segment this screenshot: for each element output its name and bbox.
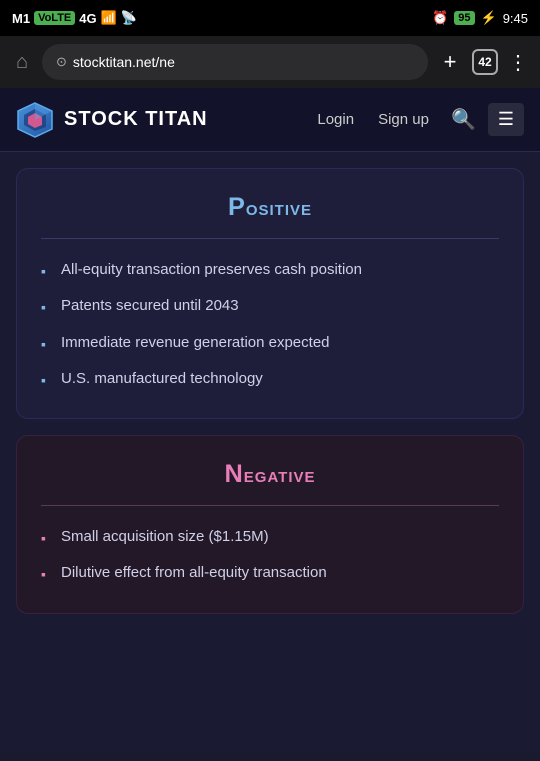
list-item: ▪ U.S. manufactured technology — [41, 368, 499, 390]
list-item: ▪ Dilutive effect from all-equity transa… — [41, 562, 499, 584]
negative-item-2: Dilutive effect from all-equity transact… — [61, 562, 327, 584]
nav-logo: STOCK TITAN — [16, 101, 307, 139]
nav-links: Login Sign up 🔍 ☰ — [307, 101, 524, 138]
nav-signup-link[interactable]: Sign up — [368, 105, 439, 134]
browser-bar: ⌂ ⊙ stocktitan.net/ne + 42 ⋮ — [0, 36, 540, 88]
battery-percent: 95 — [454, 11, 474, 25]
bullet-icon: ▪ — [41, 528, 51, 548]
signal-bars-icon: 📶 — [101, 10, 117, 26]
browser-url-text: stocktitan.net/ne — [73, 54, 175, 70]
negative-item-1: Small acquisition size ($1.15M) — [61, 526, 269, 548]
nav-login-link[interactable]: Login — [307, 105, 364, 134]
positive-title-initial: P — [228, 193, 246, 221]
alarm-icon: ⏰ — [432, 10, 448, 26]
stocktitan-logo-icon — [16, 101, 54, 139]
bullet-icon: ▪ — [41, 370, 51, 390]
carrier-text: M1 — [12, 11, 30, 26]
bullet-icon: ▪ — [41, 564, 51, 584]
list-item: ▪ Small acquisition size ($1.15M) — [41, 526, 499, 548]
nav-brand-name: STOCK TITAN — [64, 108, 208, 131]
list-item: ▪ Immediate revenue generation expected — [41, 332, 499, 354]
positive-item-4: U.S. manufactured technology — [61, 368, 263, 390]
positive-item-2: Patents secured until 2043 — [61, 295, 239, 317]
nav-bar: STOCK TITAN Login Sign up 🔍 ☰ — [0, 88, 540, 152]
browser-security-icon: ⊙ — [56, 54, 67, 70]
status-bar: M1 VoLTE 4G 📶 📡 ⏰ 95 ⚡ 9:45 — [0, 0, 540, 36]
volte-badge: VoLTE — [34, 11, 75, 25]
negative-items-list: ▪ Small acquisition size ($1.15M) ▪ Dilu… — [41, 526, 499, 585]
bullet-icon: ▪ — [41, 334, 51, 354]
negative-card-title: Negative — [41, 460, 499, 489]
list-item: ▪ All-equity transaction preserves cash … — [41, 259, 499, 281]
browser-add-tab-button[interactable]: + — [436, 49, 464, 75]
signal-text: 4G — [79, 11, 96, 26]
positive-title-rest: ositive — [246, 195, 312, 220]
list-item: ▪ Patents secured until 2043 — [41, 295, 499, 317]
positive-items-list: ▪ All-equity transaction preserves cash … — [41, 259, 499, 390]
negative-card: Negative ▪ Small acquisition size ($1.15… — [16, 435, 524, 614]
positive-card-title: Positive — [41, 193, 499, 222]
status-carrier: M1 VoLTE 4G 📶 📡 — [12, 10, 137, 26]
browser-menu-button[interactable]: ⋮ — [506, 50, 530, 75]
main-content: Positive ▪ All-equity transaction preser… — [0, 152, 540, 752]
browser-tab-count[interactable]: 42 — [472, 49, 498, 75]
positive-item-1: All-equity transaction preserves cash po… — [61, 259, 362, 281]
positive-card: Positive ▪ All-equity transaction preser… — [16, 168, 524, 419]
time-display: 9:45 — [503, 11, 528, 26]
negative-title-initial: N — [224, 460, 243, 488]
bullet-icon: ▪ — [41, 261, 51, 281]
battery-bolt-icon: ⚡ — [481, 10, 497, 26]
browser-url-bar[interactable]: ⊙ stocktitan.net/ne — [42, 44, 428, 80]
positive-item-3: Immediate revenue generation expected — [61, 332, 330, 354]
status-right: ⏰ 95 ⚡ 9:45 — [432, 10, 528, 26]
nav-search-button[interactable]: 🔍 — [443, 101, 484, 138]
positive-card-divider — [41, 238, 499, 239]
negative-card-divider — [41, 505, 499, 506]
negative-title-rest: egative — [244, 462, 316, 487]
bullet-icon: ▪ — [41, 297, 51, 317]
wifi-icon: 📡 — [121, 10, 137, 26]
nav-menu-button[interactable]: ☰ — [488, 103, 524, 136]
browser-home-icon[interactable]: ⌂ — [10, 51, 34, 74]
